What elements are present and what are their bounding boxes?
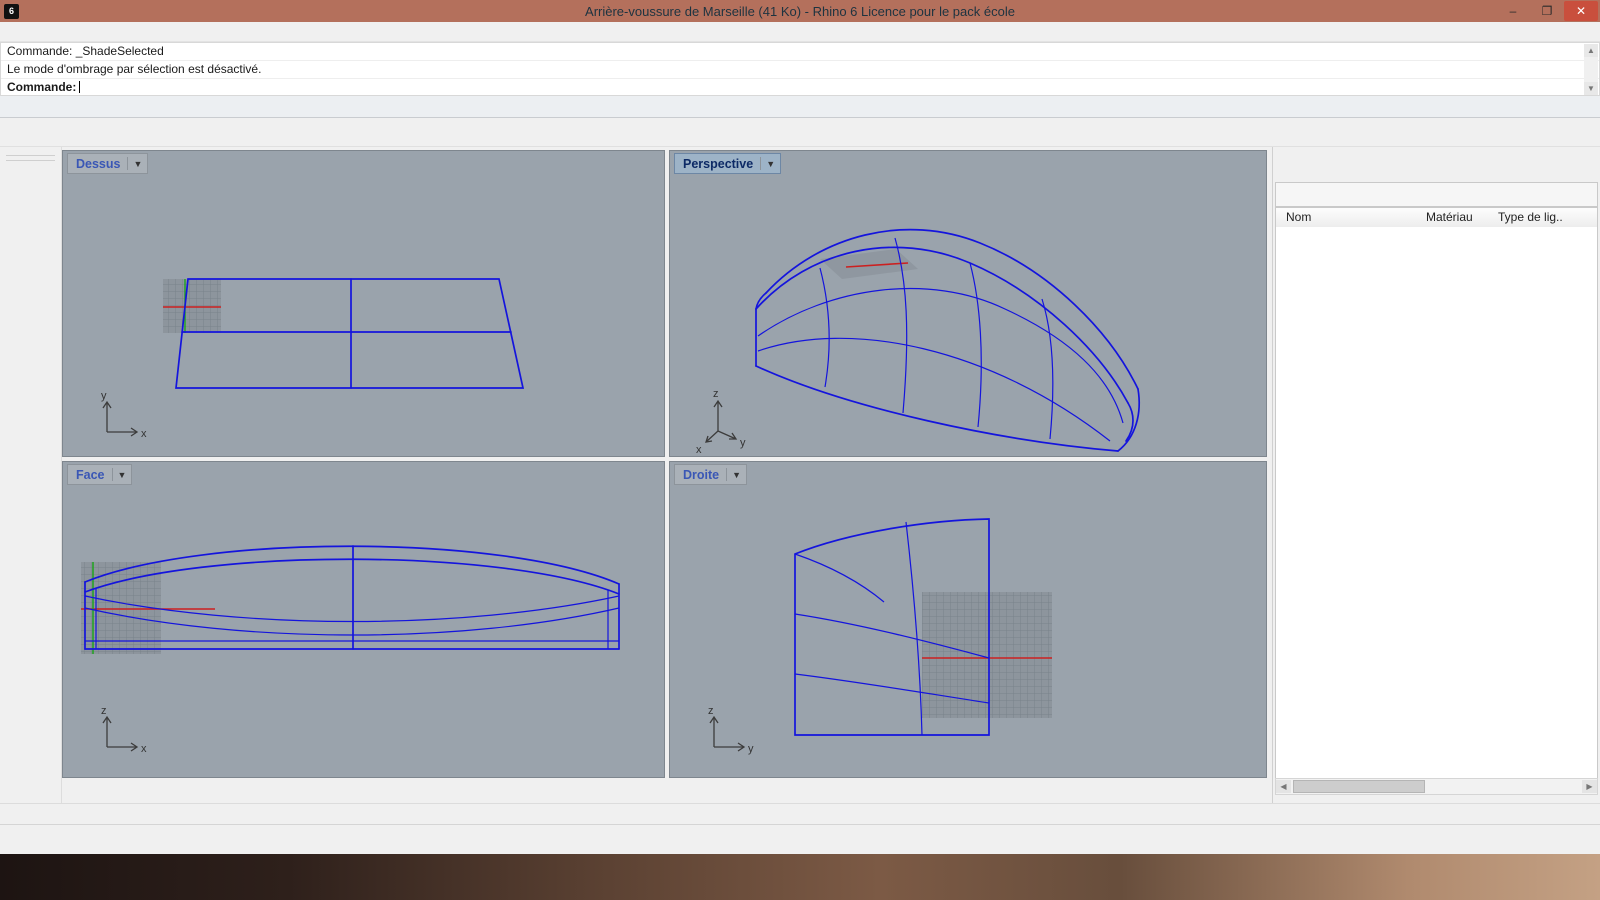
viewport-right-canvas[interactable]: z y	[670, 462, 1267, 778]
title-bar: 6 Arrière-voussure de Marseille (41 Ko) …	[0, 0, 1600, 22]
chevron-down-icon: ▼	[764, 159, 777, 169]
axis-label-y: y	[748, 743, 754, 755]
column-header-linetype: Type de lig..	[1498, 210, 1563, 224]
command-history-line: Le mode d'ombrage par sélection est désa…	[1, 61, 1599, 79]
osnap-bar	[0, 803, 1600, 824]
axis-label-x: x	[141, 428, 147, 440]
viewport-right[interactable]: z y Droite▼	[669, 461, 1267, 778]
axis-indicator: y x	[101, 390, 147, 440]
layer-list	[1275, 227, 1598, 779]
viewport-tab-strip	[62, 781, 1267, 803]
layers-toolbar	[1275, 182, 1598, 207]
axis-label-y: y	[101, 390, 107, 402]
viewport-title-right[interactable]: Droite▼	[674, 464, 747, 485]
maximize-button[interactable]: ❐	[1530, 1, 1564, 21]
status-bar	[0, 824, 1600, 855]
wireframe-top-view	[176, 279, 523, 388]
axis-indicator: z x	[101, 705, 147, 755]
main-toolbar	[0, 118, 1600, 147]
minimize-button[interactable]: –	[1496, 1, 1530, 21]
windows-taskbar	[0, 854, 1600, 900]
menu-bar	[0, 22, 1600, 42]
command-prompt-label: Commande:	[7, 80, 76, 94]
axis-label-x: x	[141, 743, 147, 755]
viewport-area: y x Dessus▼	[62, 147, 1267, 781]
viewport-front[interactable]: z x Face▼	[62, 461, 665, 778]
command-history-line: Commande: _ShadeSelected	[1, 43, 1599, 61]
viewport-top-canvas[interactable]: y x	[63, 151, 665, 457]
scrollbar-thumb[interactable]	[1293, 780, 1425, 793]
scroll-left-icon[interactable]: ◀	[1276, 780, 1291, 793]
axis-label-z: z	[708, 705, 714, 717]
axis-label-x: x	[696, 444, 702, 456]
viewport-top[interactable]: y x Dessus▼	[62, 150, 665, 457]
command-scrollbar[interactable]: ▲ ▼	[1584, 44, 1598, 95]
viewport-perspective-canvas[interactable]: z y x	[670, 151, 1267, 457]
axis-indicator: z y	[708, 705, 754, 755]
window-title: Arrière-voussure de Marseille (41 Ko) - …	[0, 4, 1600, 19]
axis-indicator: z y x	[696, 388, 746, 456]
column-header-name: Nom	[1286, 210, 1311, 224]
toolbar-tab-bar	[0, 96, 1600, 118]
wireframe-perspective	[756, 230, 1139, 451]
viewport-perspective[interactable]: z y x Perspective▼	[669, 150, 1267, 457]
axis-label-z: z	[101, 705, 107, 717]
text-caret	[79, 81, 80, 93]
scroll-right-icon[interactable]: ▶	[1582, 780, 1597, 793]
axis-label-z: z	[713, 388, 719, 400]
panel-horizontal-scrollbar[interactable]: ◀ ▶	[1275, 778, 1598, 795]
chevron-down-icon: ▼	[730, 470, 743, 480]
close-button[interactable]: ✕	[1564, 1, 1598, 21]
viewport-front-canvas[interactable]: z x	[63, 462, 665, 778]
layer-list-header: Nom Matériau Type de lig..	[1275, 207, 1598, 229]
chevron-down-icon: ▼	[131, 159, 144, 169]
scroll-down-icon[interactable]: ▼	[1584, 82, 1598, 95]
axis-label-y: y	[740, 437, 746, 449]
toolbar-drag-handle[interactable]	[6, 155, 55, 161]
viewport-title-front[interactable]: Face▼	[67, 464, 132, 485]
wireframe-front-view	[85, 546, 619, 649]
chevron-down-icon: ▼	[116, 470, 129, 480]
command-area: Commande: _ShadeSelected Le mode d'ombra…	[0, 42, 1600, 96]
panel-tab-strip	[1275, 160, 1598, 182]
left-tool-sidebar	[0, 147, 62, 803]
column-header-material: Matériau	[1426, 210, 1473, 224]
rhino-application-window: 6 Arrière-voussure de Marseille (41 Ko) …	[0, 0, 1600, 900]
viewport-title-perspective[interactable]: Perspective▼	[674, 153, 781, 174]
viewport-title-top[interactable]: Dessus▼	[67, 153, 148, 174]
right-side-panel: Nom Matériau Type de lig.. ◀ ▶	[1272, 147, 1600, 803]
command-prompt[interactable]: Commande:	[1, 79, 1599, 97]
scroll-up-icon[interactable]: ▲	[1584, 44, 1598, 57]
